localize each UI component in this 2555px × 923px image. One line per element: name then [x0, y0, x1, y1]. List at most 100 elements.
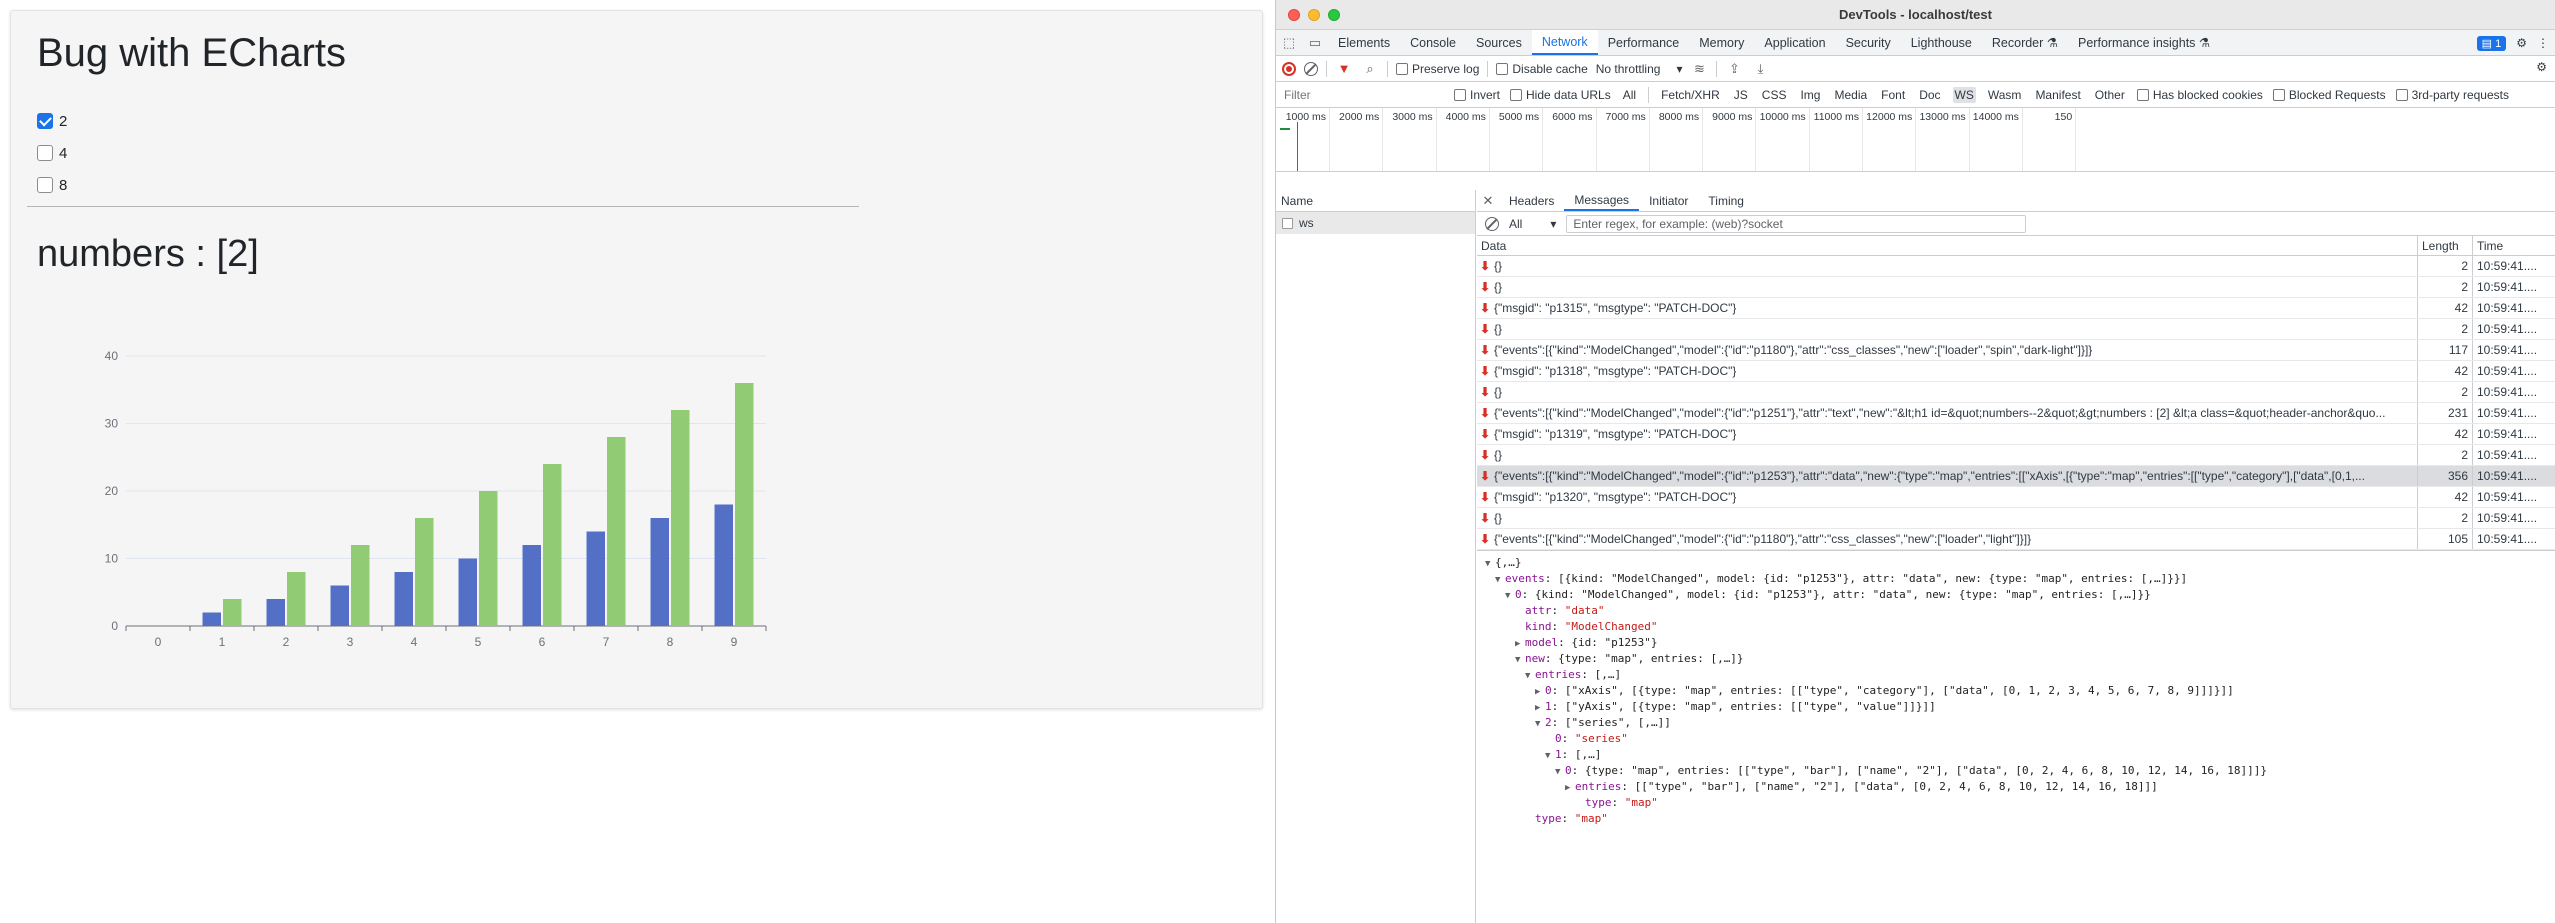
- blocked-requests-checkbox[interactable]: Blocked Requests: [2272, 88, 2386, 102]
- invert-checkbox[interactable]: Invert: [1454, 88, 1500, 102]
- tab-elements[interactable]: Elements: [1328, 30, 1400, 55]
- tab-timing[interactable]: Timing: [1698, 190, 1754, 211]
- clear-messages-icon[interactable]: [1485, 216, 1499, 231]
- type-filter-css[interactable]: CSS: [1760, 87, 1789, 103]
- collapsed-triangle-icon[interactable]: ▶: [1535, 700, 1545, 716]
- tree-node[interactable]: ▼ 0: {kind: "ModelChanged", model: {id: "…: [1477, 587, 2555, 603]
- message-regex-input[interactable]: [1566, 214, 2027, 233]
- settings-gear-icon[interactable]: ⚙: [2516, 36, 2527, 50]
- filter-funnel-icon[interactable]: ▼: [1335, 60, 1353, 78]
- collapsed-triangle-icon[interactable]: ▶: [1535, 684, 1545, 700]
- type-filter-fetch-xhr[interactable]: Fetch/XHR: [1659, 87, 1722, 103]
- throttling-select[interactable]: No throttling ▾: [1596, 62, 1683, 76]
- search-icon[interactable]: ⌕: [1361, 60, 1379, 78]
- tab-security[interactable]: Security: [1836, 30, 1901, 55]
- tab-performance[interactable]: Performance: [1598, 30, 1690, 55]
- time-column-header[interactable]: Time: [2472, 236, 2555, 255]
- network-conditions-wifi-icon[interactable]: ≋: [1690, 60, 1708, 78]
- message-row[interactable]: ⬇ {"events":[{"kind":"ModelChanged","mode…: [1477, 529, 2555, 550]
- data-column-header[interactable]: Data: [1477, 239, 2417, 253]
- network-settings-gear-icon[interactable]: ⚙: [2536, 60, 2547, 74]
- has-blocked-cookies-checkbox[interactable]: Has blocked cookies: [2136, 88, 2263, 102]
- tab-sources[interactable]: Sources: [1466, 30, 1532, 55]
- collapsed-triangle-icon[interactable]: ▶: [1565, 780, 1575, 796]
- close-window-button[interactable]: [1288, 9, 1300, 21]
- tab-messages[interactable]: Messages: [1564, 190, 1640, 211]
- request-row-ws[interactable]: ws: [1276, 212, 1475, 234]
- filter-input[interactable]: [1284, 85, 1444, 104]
- type-filter-js[interactable]: JS: [1732, 87, 1750, 103]
- clear-icon[interactable]: [1304, 61, 1318, 76]
- message-row[interactable]: ⬇ {"msgid": "p1318", "msgtype": "PATCH-DO…: [1477, 361, 2555, 382]
- checkbox-box[interactable]: [2395, 88, 2408, 101]
- type-filter-all[interactable]: All: [1621, 87, 1638, 103]
- issues-badge[interactable]: ▤ 1: [2476, 35, 2507, 51]
- tab-console[interactable]: Console: [1400, 30, 1466, 55]
- tree-node[interactable]: ▼ 2: ["series", [,…]]: [1477, 715, 2555, 731]
- tree-node[interactable]: ▼ 0: {type: "map", entries: [["type", "ba…: [1477, 763, 2555, 779]
- checkbox-box[interactable]: [2272, 88, 2285, 101]
- inspect-element-icon[interactable]: ⬚: [1276, 30, 1302, 55]
- tab-recorder[interactable]: Recorder ⚗: [1982, 30, 2068, 55]
- expanded-triangle-icon[interactable]: ▼: [1555, 764, 1565, 780]
- tab-lighthouse[interactable]: Lighthouse: [1901, 30, 1982, 55]
- more-options-icon[interactable]: ⋮: [2537, 36, 2549, 50]
- tab-memory[interactable]: Memory: [1689, 30, 1754, 55]
- tree-node[interactable]: ▼ 1: [,…]: [1477, 747, 2555, 763]
- expanded-triangle-icon[interactable]: ▼: [1505, 588, 1515, 604]
- type-filter-font[interactable]: Font: [1879, 87, 1907, 103]
- checkbox-box[interactable]: [1496, 62, 1509, 75]
- message-row[interactable]: ⬇{} 2 10:59:41....: [1477, 445, 2555, 466]
- checkbox-box[interactable]: [2136, 88, 2149, 101]
- checkbox-8[interactable]: 8: [37, 174, 67, 196]
- checkbox-box[interactable]: [37, 177, 53, 193]
- message-row[interactable]: ⬇{} 2 10:59:41....: [1477, 256, 2555, 277]
- message-row[interactable]: ⬇ {"events":[{"kind":"ModelChanged","mode…: [1477, 466, 2555, 487]
- expanded-triangle-icon[interactable]: ▼: [1535, 716, 1545, 732]
- tab-application[interactable]: Application: [1754, 30, 1835, 55]
- third-party-checkbox[interactable]: 3rd-party requests: [2395, 88, 2509, 102]
- expanded-triangle-icon[interactable]: ▼: [1515, 652, 1525, 668]
- record-stop-icon[interactable]: [1282, 61, 1296, 76]
- message-row[interactable]: ⬇{} 2 10:59:41....: [1477, 319, 2555, 340]
- checkbox-2[interactable]: 2: [37, 110, 67, 132]
- device-toolbar-icon[interactable]: ▭: [1302, 30, 1328, 55]
- type-filter-media[interactable]: Media: [1832, 87, 1869, 103]
- collapsed-triangle-icon[interactable]: ▶: [1515, 636, 1525, 652]
- tree-node[interactable]: ▶ model: {id: "p1253"}: [1477, 635, 2555, 651]
- tree-node[interactable]: ▼ new: {type: "map", entries: [,…]}: [1477, 651, 2555, 667]
- disable-cache-checkbox[interactable]: Disable cache: [1496, 62, 1588, 76]
- message-row[interactable]: ⬇{} 2 10:59:41....: [1477, 277, 2555, 298]
- tree-node[interactable]: ▼ events: [{kind: "ModelChanged", model: …: [1477, 571, 2555, 587]
- network-overview-timeline[interactable]: 1000 ms 2000 ms 3000 ms 4000 ms 5000 ms 6000 …: [1276, 108, 2555, 172]
- checkbox-4[interactable]: 4: [37, 142, 67, 164]
- message-type-select[interactable]: All ▾: [1509, 217, 1556, 231]
- expanded-triangle-icon[interactable]: ▼: [1485, 556, 1495, 572]
- message-row[interactable]: ⬇ {"msgid": "p1320", "msgtype": "PATCH-DO…: [1477, 487, 2555, 508]
- name-column-header[interactable]: Name: [1276, 190, 1475, 212]
- tab-initiator[interactable]: Initiator: [1639, 190, 1698, 211]
- type-filter-ws[interactable]: WS: [1952, 86, 1976, 103]
- checkbox-box[interactable]: [1454, 88, 1466, 101]
- message-row[interactable]: ⬇{} 2 10:59:41....: [1477, 508, 2555, 529]
- hide-data-urls-checkbox[interactable]: Hide data URLs: [1510, 88, 1611, 102]
- message-row[interactable]: ⬇{} 2 10:59:41....: [1477, 382, 2555, 403]
- type-filter-img[interactable]: Img: [1798, 87, 1822, 103]
- tab-network[interactable]: Network: [1531, 30, 1598, 55]
- expanded-triangle-icon[interactable]: ▼: [1495, 572, 1505, 588]
- tree-node[interactable]: ▶ 1: ["yAxis", [{type: "map", entries: [[…: [1477, 699, 2555, 715]
- checkbox-box[interactable]: [37, 145, 53, 161]
- message-row[interactable]: ⬇ {"events":[{"kind":"ModelChanged","mode…: [1477, 340, 2555, 361]
- type-filter-other[interactable]: Other: [2093, 87, 2127, 103]
- checkbox-box[interactable]: [1396, 62, 1408, 75]
- tab-headers[interactable]: Headers: [1499, 190, 1564, 211]
- tree-node[interactable]: ▼ {,…}: [1477, 555, 2555, 571]
- checkbox-box[interactable]: [1510, 88, 1523, 101]
- message-row[interactable]: ⬇ {"events":[{"kind":"ModelChanged","mode…: [1477, 403, 2555, 424]
- message-row[interactable]: ⬇ {"msgid": "p1315", "msgtype": "PATCH-DO…: [1477, 298, 2555, 319]
- import-har-upload-icon[interactable]: ⇪: [1725, 60, 1743, 78]
- tree-node[interactable]: ▼ entries: [,…]: [1477, 667, 2555, 683]
- tab-performance-insights[interactable]: Performance insights ⚗: [2068, 30, 2220, 55]
- message-row[interactable]: ⬇ {"msgid": "p1319", "msgtype": "PATCH-DO…: [1477, 424, 2555, 445]
- expanded-triangle-icon[interactable]: ▼: [1525, 668, 1535, 684]
